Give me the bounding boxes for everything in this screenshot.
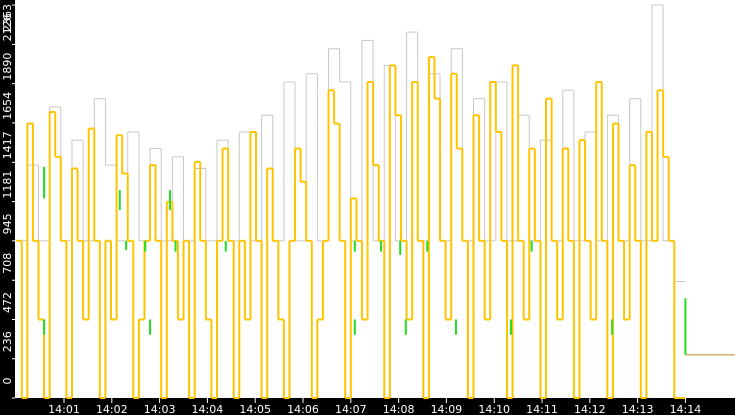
y-tick-label: 708: [1, 253, 14, 274]
x-tick-label: 14:02: [96, 403, 128, 415]
x-tick-label: 14:10: [478, 403, 510, 415]
y-tick-label: 2363: [1, 4, 14, 32]
x-tick-label: 14:14: [670, 403, 702, 415]
x-tick-label: 14:05: [239, 403, 271, 415]
y-tick-label: 1181: [1, 171, 14, 199]
x-tick-label: 14:01: [48, 403, 80, 415]
y-tick-label: 1417: [1, 131, 14, 159]
chart-svg: 0236472708945118114171654189021262363 14…: [0, 0, 735, 415]
y-tick-label: 0: [1, 378, 14, 385]
x-tick-label: 14:08: [383, 403, 415, 415]
x-tick-label: 14:11: [526, 403, 558, 415]
x-tick-label: 14:09: [431, 403, 463, 415]
y-tick-label: 1890: [1, 53, 14, 81]
y-tick-label: 945: [1, 213, 14, 234]
x-tick-label: 14:03: [144, 403, 176, 415]
y-tick-label: 236: [1, 331, 14, 352]
y-tick-label: 472: [1, 292, 14, 313]
x-tick-label: 14:07: [335, 403, 367, 415]
time-series-chart: 0 236 472 708 945 1181 1417 1654 1890 2126 2363 14…: [0, 0, 735, 415]
x-tick-label: 14:13: [622, 403, 654, 415]
x-tick-label: 14:12: [574, 403, 606, 415]
y-tick-label: 1654: [1, 92, 14, 120]
x-tick-label: 14:04: [192, 403, 224, 415]
x-tick-label: 14:06: [287, 403, 319, 415]
